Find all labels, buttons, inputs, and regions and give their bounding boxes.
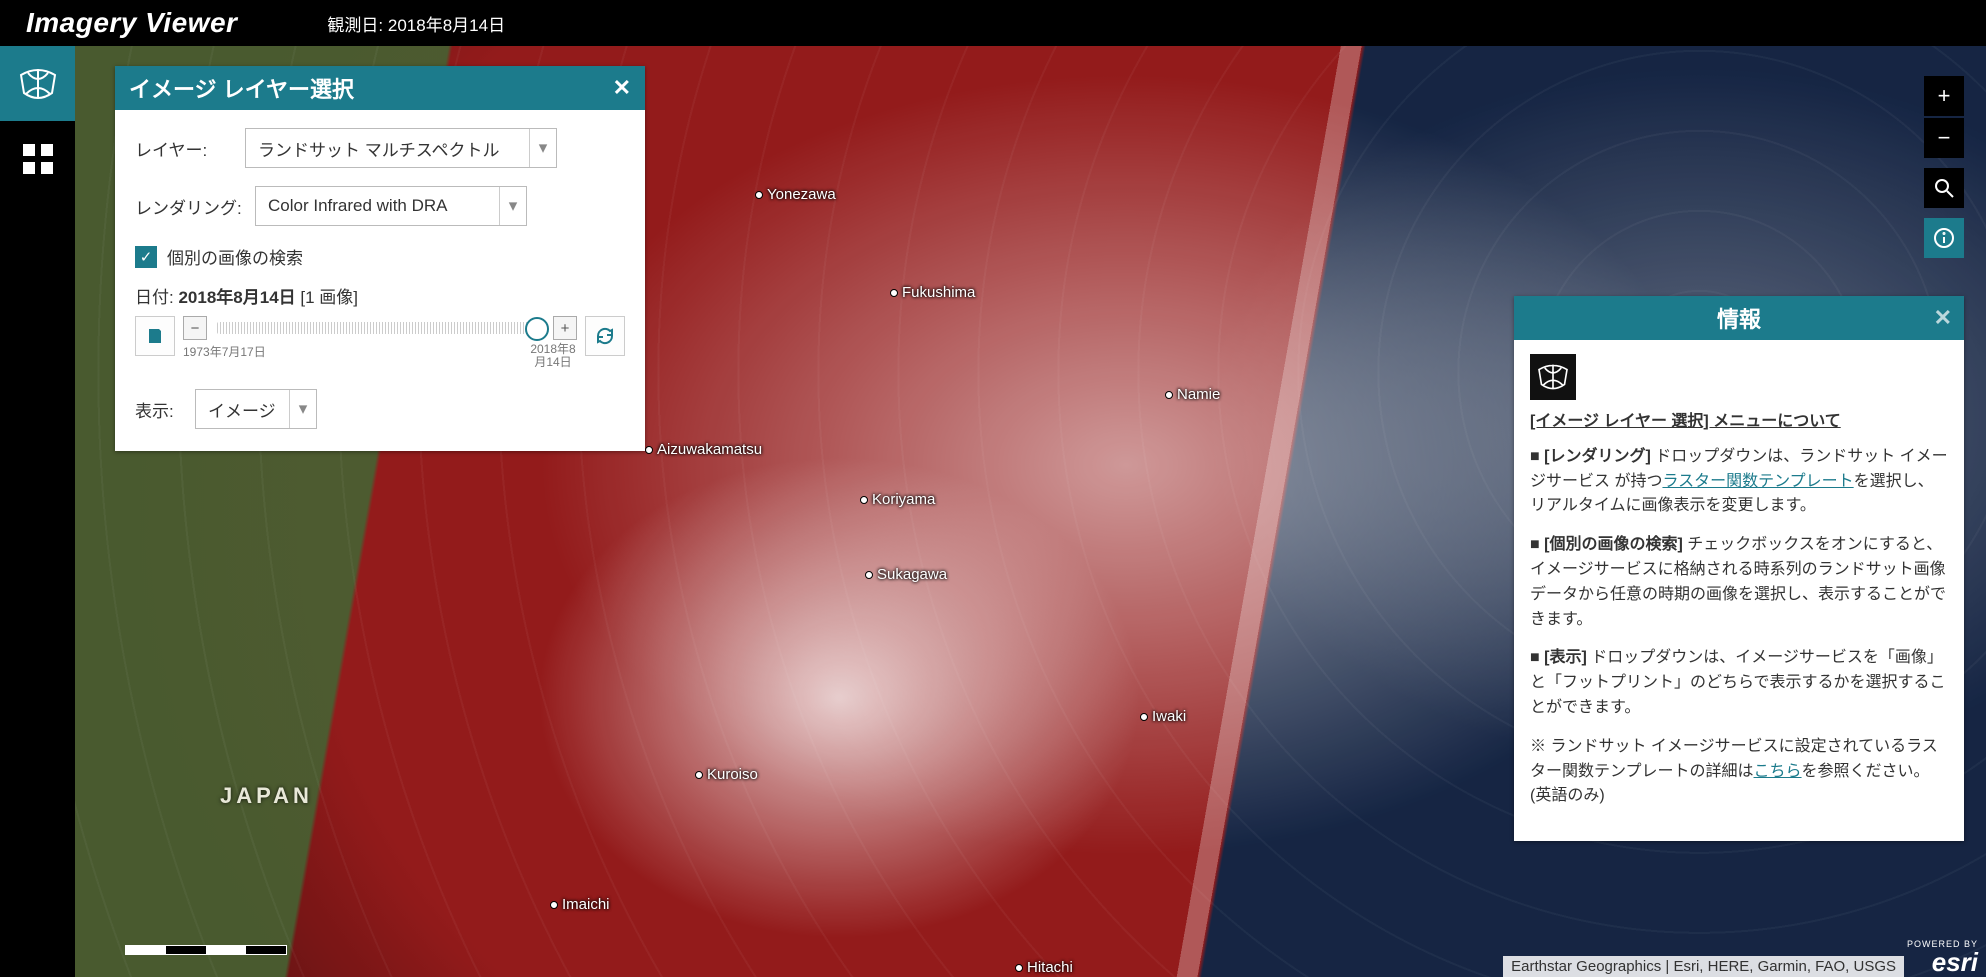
city-yonezawa: Yonezawa [755,186,836,203]
info-panel-title: 情報 [1717,302,1761,334]
close-icon[interactable]: ✕ [613,75,631,101]
city-aizu: Aizuwakamatsu [645,441,762,458]
individual-search-label: 個別の画像の検索 [167,244,303,269]
refresh-icon [595,326,615,346]
header-bar: Imagery Viewer 観測日: 2018年8月14日 [0,0,1986,46]
layer-label: レイヤー: [135,136,245,161]
refresh-button[interactable] [585,316,625,356]
city-hitachi: Hitachi [1015,959,1073,976]
grid-icon [23,144,53,174]
bookmark-icon [146,327,164,345]
map-tools: + − [1924,76,1964,258]
zoom-in-button[interactable]: + [1924,76,1964,116]
info-heading: [イメージ レイヤー 選択] メニューについて [1530,410,1948,435]
slider-start-label: 1973年7月17日 [183,343,266,369]
slider-thumb[interactable] [525,317,549,341]
display-select[interactable]: イメージ ▾ [195,389,317,429]
time-slider[interactable] [217,322,543,334]
chevron-down-icon[interactable]: ▾ [289,390,316,428]
esri-logo: POWERED BY esri [1907,940,1978,975]
basemap-tool-button[interactable] [0,121,75,196]
close-icon[interactable]: ✕ [1934,305,1952,331]
raster-template-link[interactable]: ラスター関数テンプレート [1662,473,1853,490]
layer-selection-panel: イメージ レイヤー選択 ✕ レイヤー: ランドサット マルチスペクトル ▾ レン… [115,66,645,451]
slider-end-label: 2018年8月14日 [529,343,577,369]
search-icon [1934,178,1954,198]
slider-decrement-button[interactable]: − [183,316,207,340]
info-paragraph-display: ■ [表示] ドロップダウンは、イメージサービスを「画像」と「フットプリント」の… [1530,646,1948,720]
city-namie: Namie [1165,386,1220,403]
info-panel: 情報 ✕ [イメージ レイヤー 選択] メニューについて ■ [レンダリング] … [1514,296,1964,841]
display-label: 表示: [135,397,195,422]
layer-panel-header: イメージ レイヤー選択 ✕ [115,66,645,110]
attribution-text: Earthstar Geographics | Esri, HERE, Garm… [1503,956,1904,977]
info-panel-header: 情報 ✕ [1514,296,1964,340]
date-display: 日付: 2018年8月14日 [1 画像] [135,283,625,308]
city-sukagawa: Sukagawa [865,566,947,583]
info-button[interactable] [1924,218,1964,258]
rendering-select[interactable]: Color Infrared with DRA ▾ [255,186,527,226]
info-paragraph-rendering: ■ [レンダリング] ドロップダウンは、ランドサット イメージサービス が持つラ… [1530,445,1948,519]
globe-panel-icon [1536,363,1570,391]
search-button[interactable] [1924,168,1964,208]
details-link[interactable]: こちら [1754,763,1802,780]
city-iwaki: Iwaki [1140,708,1186,725]
rendering-label: レンダリング: [135,194,255,219]
info-paragraph-note: ※ ランドサット イメージサービスに設定されているラスター関数テンプレートの詳細… [1530,735,1948,809]
sidebar [0,46,75,977]
chevron-down-icon[interactable]: ▾ [529,129,556,167]
save-bookmark-button[interactable] [135,316,175,356]
zoom-out-button[interactable]: − [1924,118,1964,158]
country-label-japan: JAPAN [220,783,313,809]
city-imaichi: Imaichi [550,896,610,913]
app-title: Imagery Viewer [26,7,237,39]
info-icon [1933,227,1955,249]
info-layer-icon [1530,354,1576,400]
city-koriyama: Koriyama [860,491,935,508]
globe-panel-icon [18,67,58,101]
layer-panel-title: イメージ レイヤー選択 [129,72,354,104]
map-view[interactable]: JAPAN Yonezawa Fukushima Namie Aizuwakam… [75,46,1986,977]
individual-search-checkbox[interactable]: ✓ [135,246,157,268]
chevron-down-icon[interactable]: ▾ [499,187,526,225]
layer-select[interactable]: ランドサット マルチスペクトル ▾ [245,128,557,168]
info-paragraph-search: ■ [個別の画像の検索] チェックボックスをオンにすると、イメージサービスに格納… [1530,533,1948,632]
scale-bar [125,945,287,955]
city-kuroiso: Kuroiso [695,766,758,783]
layer-tool-button[interactable] [0,46,75,121]
city-fukushima: Fukushima [890,284,975,301]
observation-date: 観測日: 2018年8月14日 [327,11,505,36]
slider-increment-button[interactable]: + [553,316,577,340]
